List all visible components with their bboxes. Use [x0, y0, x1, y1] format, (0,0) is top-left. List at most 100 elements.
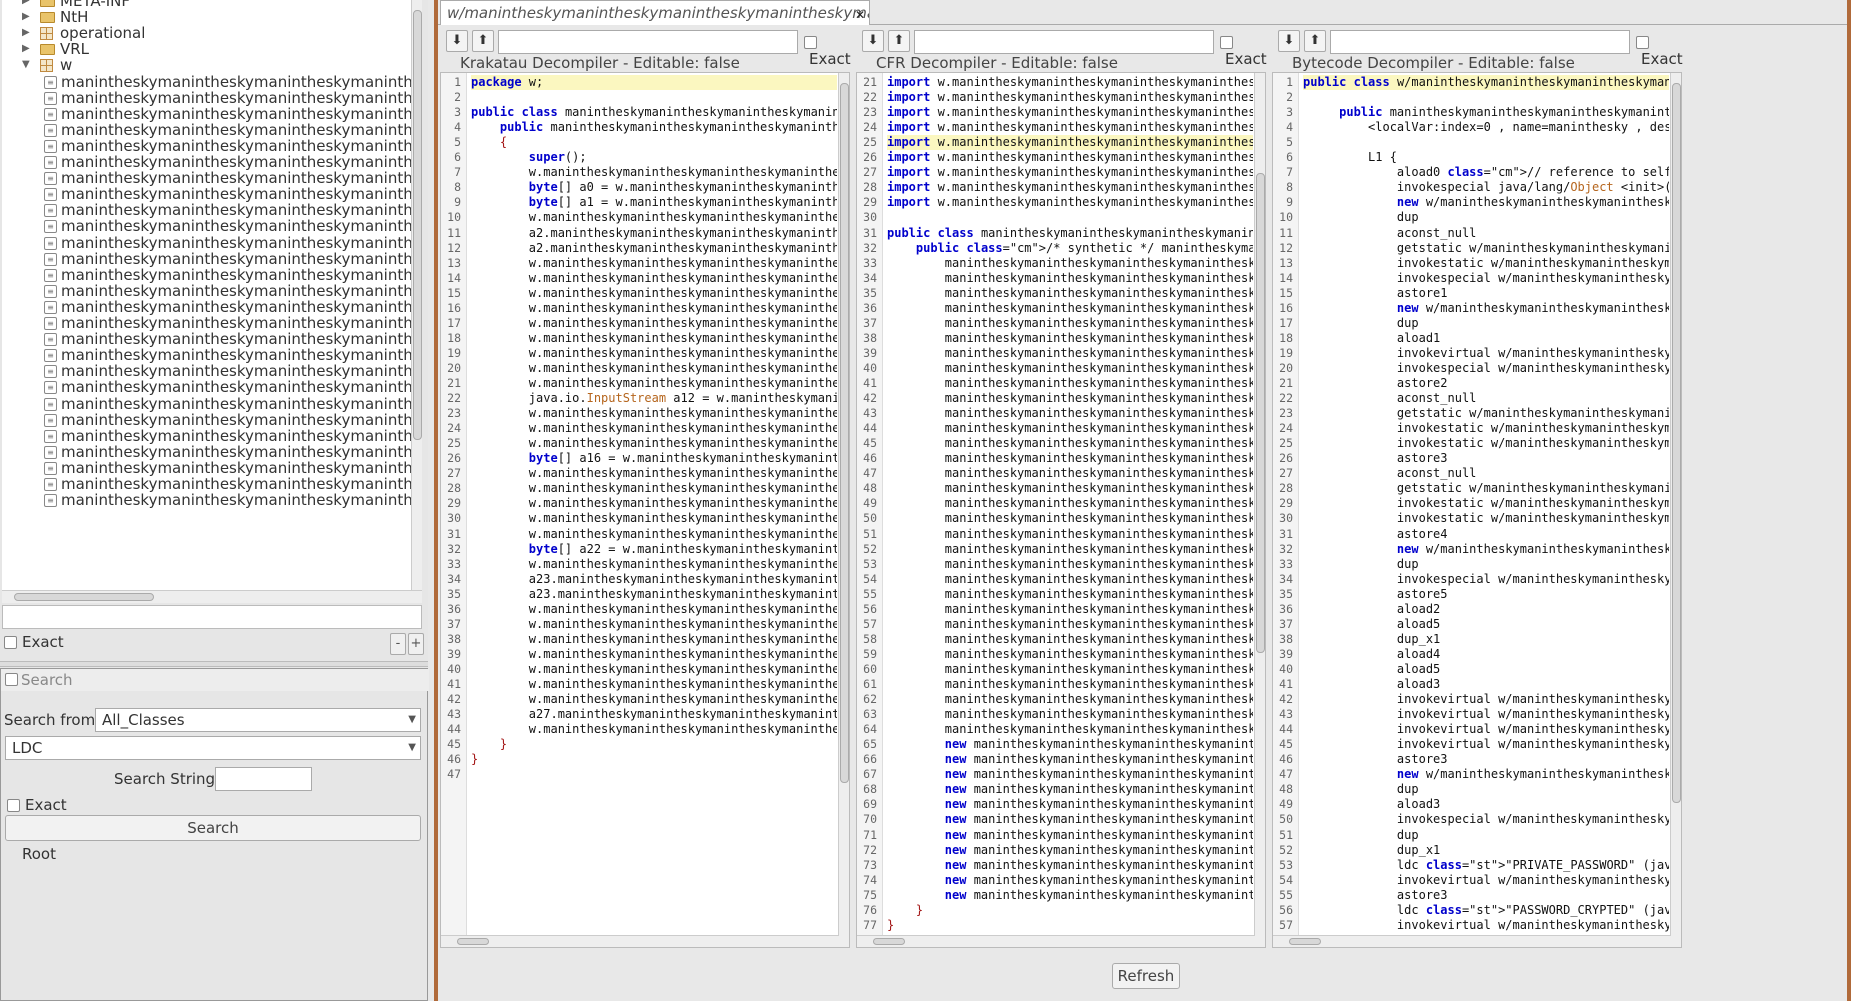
scrollbar-thumb[interactable]: [457, 938, 489, 945]
code-line[interactable]: manintheskymanintheskymanintheskymaninth…: [887, 587, 1253, 602]
upload-icon[interactable]: ⬆: [888, 30, 910, 52]
code-vertical-scrollbar[interactable]: [1670, 73, 1681, 947]
code-line[interactable]: invokevirtual w/manintheskymanintheskyma…: [1303, 873, 1669, 888]
code-line[interactable]: manintheskymanintheskymanintheskymaninth…: [887, 466, 1253, 481]
code-line[interactable]: public manintheskymanintheskymaninthesky…: [471, 120, 837, 135]
code-line[interactable]: new manintheskymanintheskymanintheskyman…: [887, 828, 1253, 843]
code-line[interactable]: new w/manintheskymanintheskymaninthesky: [1303, 542, 1669, 557]
results-root[interactable]: Root: [22, 845, 56, 863]
upload-icon[interactable]: ⬆: [472, 30, 494, 52]
split-divider[interactable]: [0, 661, 428, 667]
code-line[interactable]: astore5: [1303, 587, 1669, 602]
code-line[interactable]: ldc class="st">"PASSWORD_CRYPTED" (java.…: [1303, 903, 1669, 918]
upload-icon[interactable]: ⬆: [1304, 30, 1326, 52]
code-view[interactable]: 1 2 3 4 5 6 7 8 9 10 11 12 13 14 15 16 17 18 19 20 21 22 23 24 2…: [440, 72, 850, 948]
code-line[interactable]: [887, 210, 1253, 225]
code-line[interactable]: a27.manintheskymanintheskymanintheskyman…: [471, 707, 837, 722]
code-line[interactable]: astore3: [1303, 752, 1669, 767]
code-line[interactable]: w.manintheskymanintheskymanintheskymanin…: [471, 632, 837, 647]
download-icon[interactable]: ⬇: [446, 30, 468, 52]
code-line[interactable]: manintheskymanintheskymanintheskymaninth…: [887, 647, 1253, 662]
code-line[interactable]: manintheskymanintheskymanintheskymaninth…: [887, 346, 1253, 361]
search-from-select[interactable]: All_Classes ▼: [95, 708, 421, 732]
code-line[interactable]: w.manintheskymanintheskymanintheskymanin…: [471, 406, 837, 421]
code-line[interactable]: invokevirtual w/manintheskymanintheskyma…: [1303, 346, 1669, 361]
tree-vertical-scrollbar[interactable]: [411, 0, 422, 590]
code-line[interactable]: w.manintheskymanintheskymanintheskymanin…: [471, 692, 837, 707]
search-button[interactable]: Search: [5, 815, 421, 841]
code-line[interactable]: aconst_null: [1303, 391, 1669, 406]
code-line[interactable]: public class manintheskymanintheskymanin…: [471, 105, 837, 120]
code-line[interactable]: L1 {: [1303, 150, 1669, 165]
download-icon[interactable]: ⬇: [862, 30, 884, 52]
code-line[interactable]: new manintheskymanintheskymanintheskyman…: [887, 888, 1253, 903]
code-line[interactable]: invokestatic w/manintheskymanintheskyman…: [1303, 256, 1669, 271]
code-line[interactable]: a23.manintheskymanintheskymanintheskyman…: [471, 587, 837, 602]
chevron-right-icon[interactable]: ▶: [22, 43, 30, 54]
code-line[interactable]: w.manintheskymanintheskymanintheskymanin…: [471, 722, 837, 737]
code-line[interactable]: }: [887, 918, 1253, 933]
search-panel-checkbox[interactable]: [5, 673, 18, 686]
code-line[interactable]: manintheskymanintheskymanintheskymaninth…: [887, 617, 1253, 632]
code-line[interactable]: manintheskymanintheskymanintheskymaninth…: [887, 421, 1253, 436]
code-line[interactable]: new w/manintheskymanintheskymaninthesky: [1303, 767, 1669, 782]
code-line[interactable]: [1303, 135, 1669, 150]
code-line[interactable]: [1303, 90, 1669, 105]
scrollbar-thumb[interactable]: [413, 10, 422, 440]
code-line[interactable]: new manintheskymanintheskymanintheskyman…: [887, 782, 1253, 797]
code-line[interactable]: byte[] a1 = w.manintheskymanintheskymani…: [471, 195, 837, 210]
code-line[interactable]: ldc class="st">"PRIVATE_PASSWORD" (java.…: [1303, 858, 1669, 873]
code-line[interactable]: manintheskymanintheskymanintheskymaninth…: [887, 331, 1253, 346]
code-line[interactable]: aload2: [1303, 602, 1669, 617]
code-line[interactable]: invokespecial w/manintheskymanintheskyma…: [1303, 361, 1669, 376]
scrollbar-thumb[interactable]: [14, 593, 154, 601]
code-horizontal-scrollbar[interactable]: [441, 935, 839, 947]
chevron-right-icon[interactable]: ▶: [22, 27, 30, 38]
code-line[interactable]: invokespecial w/manintheskymanintheskyma…: [1303, 572, 1669, 587]
code-line[interactable]: invokespecial w/manintheskymanintheskyma…: [1303, 271, 1669, 286]
code-line[interactable]: getstatic w/manintheskymanintheskymanint…: [1303, 406, 1669, 421]
code-line[interactable]: manintheskymanintheskymanintheskymaninth…: [887, 572, 1253, 587]
code-line[interactable]: w.manintheskymanintheskymanintheskymanin…: [471, 421, 837, 436]
code-horizontal-scrollbar[interactable]: [857, 935, 1255, 947]
code-line[interactable]: manintheskymanintheskymanintheskymaninth…: [887, 496, 1253, 511]
code-line[interactable]: manintheskymanintheskymanintheskymaninth…: [887, 707, 1253, 722]
code-line[interactable]: manintheskymanintheskymanintheskymaninth…: [887, 436, 1253, 451]
code-vertical-scrollbar[interactable]: [838, 73, 849, 947]
code-line[interactable]: w.manintheskymanintheskymanintheskymanin…: [471, 511, 837, 526]
collapse-button[interactable]: -: [390, 633, 406, 655]
download-icon[interactable]: ⬇: [1278, 30, 1300, 52]
code-line[interactable]: astore1: [1303, 286, 1669, 301]
code-line[interactable]: aload0 class="cm">// reference to self: [1303, 165, 1669, 180]
code-line[interactable]: super();: [471, 150, 837, 165]
code-line[interactable]: invokevirtual w/manintheskymanintheskyma…: [1303, 737, 1669, 752]
code-line[interactable]: w.manintheskymanintheskymanintheskymanin…: [471, 647, 837, 662]
code-line[interactable]: aload1: [1303, 331, 1669, 346]
code-line[interactable]: dup: [1303, 316, 1669, 331]
tree-exact-checkbox[interactable]: [4, 635, 17, 649]
code-line[interactable]: import w.manintheskymanintheskymaninthes…: [887, 105, 1253, 120]
code-line[interactable]: manintheskymanintheskymanintheskymaninth…: [887, 376, 1253, 391]
code-line[interactable]: import w.manintheskymanintheskymaninthes…: [887, 165, 1253, 180]
search-string-input[interactable]: [215, 767, 312, 791]
code-line[interactable]: w.manintheskymanintheskymanintheskymanin…: [471, 376, 837, 391]
code-line[interactable]: getstatic w/manintheskymanintheskymanint…: [1303, 481, 1669, 496]
tab-class-file[interactable]: w/manintheskymanintheskymanintheskymanin…: [440, 0, 870, 25]
code-line[interactable]: import w.manintheskymanintheskymaninthes…: [887, 120, 1253, 135]
code-horizontal-scrollbar[interactable]: [1273, 935, 1671, 947]
code-line[interactable]: manintheskymanintheskymanintheskymaninth…: [887, 271, 1253, 286]
code-line[interactable]: manintheskymanintheskymanintheskymaninth…: [887, 662, 1253, 677]
code-line[interactable]: manintheskymanintheskymanintheskymaninth…: [887, 677, 1253, 692]
code-view[interactable]: 21 22 23 24 25 26 27 28 29 30 31 32 33 34 35 36 37 38 39 40…: [856, 72, 1266, 948]
code-line[interactable]: public class="cm">/* synthetic */ manint…: [887, 241, 1253, 256]
code-line[interactable]: dup_x1: [1303, 632, 1669, 647]
code-line[interactable]: w.manintheskymanintheskymanintheskymanin…: [471, 210, 837, 225]
code-line[interactable]: dup: [1303, 210, 1669, 225]
code-line[interactable]: w.manintheskymanintheskymanintheskymanin…: [471, 602, 837, 617]
code-line[interactable]: new w/manintheskymanintheskymaninthesky: [1303, 301, 1669, 316]
tree-class-item[interactable]: ≡ manintheskymanintheskymanintheskymanint…: [2, 491, 421, 510]
code-line[interactable]: manintheskymanintheskymanintheskymaninth…: [887, 361, 1253, 376]
code-line[interactable]: astore2: [1303, 376, 1669, 391]
code-line[interactable]: aconst_null: [1303, 466, 1669, 481]
code-line[interactable]: w.manintheskymanintheskymanintheskymanin…: [471, 662, 837, 677]
